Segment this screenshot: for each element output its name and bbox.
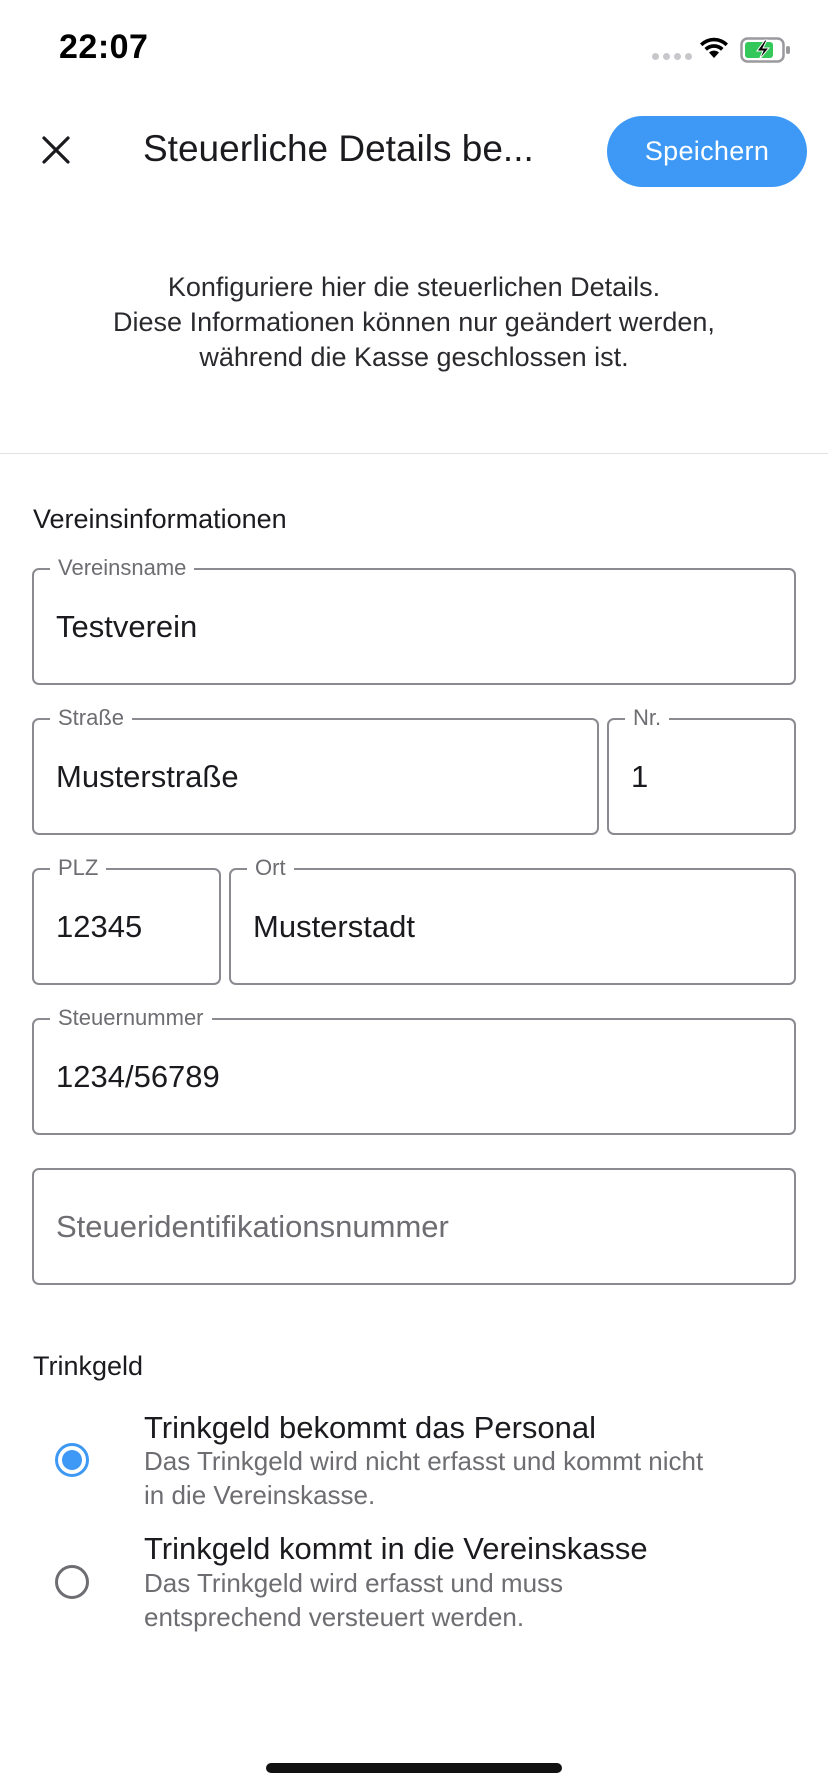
section-divider [0, 453, 828, 454]
street-field[interactable]: Straße Musterstraße [32, 706, 599, 835]
intro-line: Diese Informationen können nur geändert … [113, 307, 715, 337]
zip-value: 12345 [56, 908, 143, 944]
tip-staff-radio[interactable] [55, 1443, 89, 1477]
tip-option-title[interactable]: Trinkgeld kommt in die Vereinskasse [144, 1531, 648, 1567]
tax-id-field[interactable]: Steueridentifikationsnummer [32, 1168, 796, 1285]
tip-club-radio[interactable] [55, 1565, 89, 1599]
wifi-icon [698, 36, 730, 65]
street-label: Straße [50, 706, 133, 730]
club-name-value: Testverein [56, 608, 198, 644]
tax-id-placeholder: Steueridentifikationsnummer [56, 1208, 449, 1244]
page-title: Steuerliche Details be... [143, 128, 534, 169]
tax-number-field[interactable]: Steuernummer 1234/56789 [32, 1006, 796, 1135]
house-number-label: Nr. [625, 706, 670, 730]
close-button[interactable] [30, 124, 82, 176]
status-time: 22:07 [59, 28, 149, 66]
intro-line: während die Kasse geschlossen ist. [199, 342, 629, 372]
intro-text: Konfiguriere hier die steuerlichen Detai… [40, 270, 788, 375]
street-value: Musterstraße [56, 758, 239, 794]
battery-charging-icon [740, 37, 792, 68]
tip-heading: Trinkgeld [33, 1351, 144, 1381]
city-label: Ort [247, 856, 294, 880]
house-number-value: 1 [631, 758, 649, 794]
city-field[interactable]: Ort Musterstadt [229, 856, 796, 985]
home-indicator [266, 1763, 562, 1773]
club-name-field[interactable]: Vereinsname Testverein [32, 556, 796, 685]
tip-option-description: Das Trinkgeld wird nicht erfasst und kom… [144, 1444, 703, 1512]
zip-label: PLZ [50, 856, 107, 880]
tip-option-desc-line: entsprechend versteuert werden. [144, 1602, 525, 1632]
tip-option-desc-line: Das Trinkgeld wird nicht erfasst und kom… [144, 1446, 704, 1476]
city-value: Musterstadt [253, 908, 415, 944]
tip-option-title[interactable]: Trinkgeld bekommt das Personal [144, 1410, 596, 1446]
intro-line: Konfiguriere hier die steuerlichen Detai… [167, 272, 661, 302]
tip-option-desc-line: in die Vereinskasse. [144, 1480, 376, 1510]
tax-number-label: Steuernummer [50, 1006, 212, 1030]
tip-option-description: Das Trinkgeld wird erfasst und muss ents… [144, 1566, 563, 1634]
house-number-field[interactable]: Nr. 1 [607, 706, 796, 835]
cellular-signal-icon [652, 53, 692, 60]
tax-number-value: 1234/56789 [56, 1058, 220, 1094]
club-name-label: Vereinsname [50, 556, 195, 580]
zip-field[interactable]: PLZ 12345 [32, 856, 221, 985]
save-button[interactable]: Speichern [607, 116, 807, 187]
tip-option-desc-line: Das Trinkgeld wird erfasst und muss [144, 1568, 564, 1598]
club-info-heading: Vereinsinformationen [33, 504, 287, 534]
close-icon [42, 136, 70, 164]
